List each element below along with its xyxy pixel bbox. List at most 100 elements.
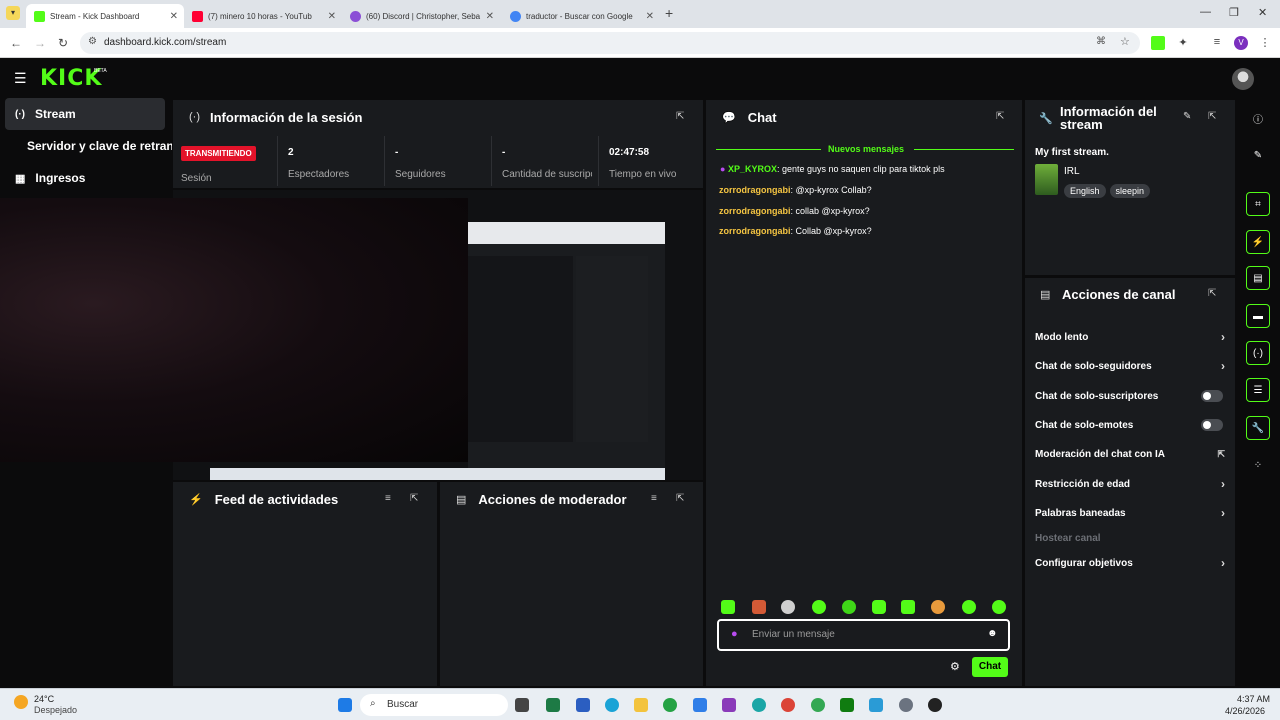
- file-explorer-icon[interactable]: [515, 698, 529, 712]
- maximize-icon[interactable]: ❐: [1229, 6, 1239, 19]
- back-icon[interactable]: ←: [10, 36, 22, 50]
- tab-youtube[interactable]: (7) minero 10 horas - YouTub ✕: [184, 4, 342, 28]
- expand-icon[interactable]: ⇱: [676, 111, 688, 123]
- chat-username[interactable]: XP_KYROX: [728, 164, 777, 174]
- tab-discord[interactable]: (60) Discord | Christopher, Seba ✕: [342, 4, 500, 28]
- whatsapp-icon[interactable]: [663, 698, 677, 712]
- subscribers-only-toggle[interactable]: [1201, 390, 1223, 402]
- filter-icon[interactable]: ≡: [651, 493, 663, 505]
- nav-item-stream[interactable]: (·) Stream: [5, 98, 165, 130]
- excel-icon[interactable]: [546, 698, 560, 712]
- scan-icon[interactable]: ⌗: [1246, 192, 1270, 216]
- chat-username[interactable]: zorrodragongabi: [719, 185, 791, 195]
- chat-bubble-icon[interactable]: ▬: [1246, 304, 1270, 328]
- channel-action-followers-only[interactable]: Chat de solo-seguidores ›: [1035, 356, 1225, 376]
- emote-icon[interactable]: [992, 600, 1006, 614]
- translate-icon[interactable]: ⌘: [1096, 36, 1106, 47]
- close-tab-icon[interactable]: ✕: [646, 11, 654, 22]
- reading-list-icon[interactable]: ≡: [1210, 36, 1224, 50]
- emote-icon[interactable]: [931, 600, 945, 614]
- channel-action-banned-words[interactable]: Palabras baneadas ›: [1035, 503, 1225, 523]
- wrench-icon[interactable]: 🔧: [1246, 416, 1270, 440]
- profile-avatar[interactable]: V: [1234, 36, 1248, 50]
- settings-icon[interactable]: [899, 698, 913, 712]
- channel-action-goals[interactable]: Configurar objetivos ›: [1035, 553, 1225, 573]
- obs-icon[interactable]: [928, 698, 942, 712]
- filter-icon[interactable]: ≡: [385, 493, 397, 505]
- emotes-only-toggle[interactable]: [1201, 419, 1223, 431]
- document-icon[interactable]: ▤: [1246, 266, 1270, 290]
- layout-dots-icon[interactable]: ⁘: [1246, 453, 1270, 477]
- category-thumbnail[interactable]: [1035, 164, 1058, 195]
- tab-kick-dashboard[interactable]: Stream - Kick Dashboard ✕: [26, 4, 184, 28]
- clock-time[interactable]: 4:37 AM: [1237, 694, 1270, 704]
- nav-item-ingresos[interactable]: ▦ Ingresos: [5, 162, 165, 194]
- lightning-icon[interactable]: ⚡: [1246, 230, 1270, 254]
- expand-icon[interactable]: ⇱: [1208, 111, 1216, 122]
- chat-input[interactable]: ● Enviar un mensaje ☻: [717, 619, 1010, 651]
- clock-date[interactable]: 4/26/2026: [1225, 706, 1265, 716]
- tag-sleepin[interactable]: sleepin: [1109, 184, 1151, 198]
- minimize-icon[interactable]: —: [1200, 6, 1211, 18]
- browser-menu-icon[interactable]: ⋮: [1258, 36, 1272, 50]
- send-chat-button[interactable]: Chat: [972, 657, 1008, 677]
- broadcast-icon[interactable]: (·): [1246, 341, 1270, 365]
- channel-action-age-restriction[interactable]: Restricción de edad ›: [1035, 474, 1225, 494]
- expand-icon[interactable]: ⇱: [676, 493, 688, 505]
- expand-icon[interactable]: ⇱: [410, 493, 422, 505]
- emote-icon[interactable]: [901, 600, 915, 614]
- phone-link-icon[interactable]: [693, 698, 707, 712]
- close-tab-icon[interactable]: ✕: [328, 11, 336, 22]
- emote-icon[interactable]: [781, 600, 795, 614]
- taskbar-search[interactable]: ⌕ Buscar: [360, 694, 508, 716]
- xbox-icon[interactable]: [840, 698, 854, 712]
- emote-icon[interactable]: [962, 600, 976, 614]
- tab-google[interactable]: traductor - Buscar con Google ✕: [502, 4, 660, 28]
- word-icon[interactable]: [576, 698, 590, 712]
- reload-icon[interactable]: ↻: [58, 36, 68, 50]
- emote-icon[interactable]: [872, 600, 886, 614]
- address-bar[interactable]: ⚙ dashboard.kick.com/stream ⌘ ☆: [80, 32, 1140, 54]
- emote-icon[interactable]: [812, 600, 826, 614]
- edit-pencil-icon[interactable]: ✎: [1183, 111, 1191, 122]
- app-icon[interactable]: [869, 698, 883, 712]
- forward-icon[interactable]: →: [34, 36, 46, 50]
- hamburger-menu-icon[interactable]: ☰: [14, 70, 27, 87]
- copilot-icon[interactable]: [752, 698, 766, 712]
- kick-extension-icon[interactable]: [1151, 36, 1165, 50]
- info-icon[interactable]: ⓘ: [1246, 106, 1270, 130]
- site-info-icon[interactable]: ⚙: [88, 36, 97, 47]
- edit-pencil-icon[interactable]: ✎: [1246, 143, 1270, 167]
- channel-action-slow-mode[interactable]: Modo lento ›: [1035, 327, 1225, 347]
- chat-username[interactable]: zorrodragongabi: [719, 226, 791, 236]
- stream-preview-video[interactable]: [0, 198, 468, 462]
- new-messages-divider[interactable]: Nuevos mensajes: [716, 144, 1014, 154]
- windows-start-icon[interactable]: [338, 698, 352, 712]
- nav-item-server-key[interactable]: Servidor y clave de retransmisión: [5, 130, 172, 162]
- extensions-puzzle-icon[interactable]: ✦: [1176, 36, 1190, 50]
- bookmark-star-icon[interactable]: ☆: [1120, 35, 1130, 48]
- tag-english[interactable]: English: [1064, 184, 1106, 198]
- emote-icon[interactable]: [842, 600, 856, 614]
- instagram-icon[interactable]: [722, 698, 736, 712]
- close-tab-icon[interactable]: ✕: [486, 11, 494, 22]
- chat-settings-gear-icon[interactable]: ⚙: [950, 660, 960, 673]
- new-tab-button[interactable]: +: [665, 5, 673, 21]
- folder-icon[interactable]: [634, 698, 648, 712]
- chat-username[interactable]: zorrodragongabi: [719, 206, 791, 216]
- close-window-icon[interactable]: ✕: [1258, 6, 1267, 19]
- expand-icon[interactable]: ⇱: [996, 111, 1008, 123]
- expand-icon[interactable]: ⇱: [1208, 288, 1216, 299]
- user-avatar[interactable]: [1232, 68, 1254, 90]
- chrome-profile-icon[interactable]: [811, 698, 825, 712]
- emoji-icon[interactable]: ☻: [987, 628, 998, 639]
- tab-search-icon[interactable]: ▾: [6, 6, 20, 20]
- emote-icon[interactable]: [721, 600, 735, 614]
- chrome-icon[interactable]: [781, 698, 795, 712]
- edge-icon[interactable]: [605, 698, 619, 712]
- list-icon[interactable]: ☰: [1246, 378, 1270, 402]
- category-name[interactable]: IRL: [1064, 166, 1080, 177]
- channel-action-ai-moderation[interactable]: Moderación del chat con IA ⇱: [1035, 444, 1225, 464]
- close-tab-icon[interactable]: ✕: [170, 11, 178, 22]
- emote-icon[interactable]: [752, 600, 766, 614]
